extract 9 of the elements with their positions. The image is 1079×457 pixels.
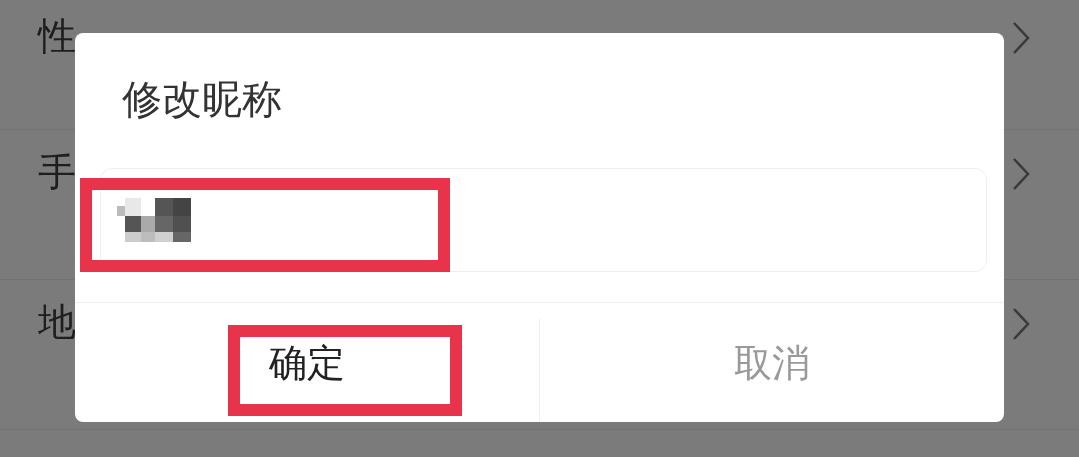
chevron-icon — [1011, 306, 1031, 342]
row-label: 手 — [38, 152, 76, 194]
dialog-title: 修改昵称 — [121, 75, 283, 124]
row-label: 地 — [38, 302, 76, 344]
row-label: 性 — [38, 16, 76, 58]
chevron-icon — [1011, 156, 1031, 192]
chevron-icon — [1011, 20, 1031, 56]
confirm-button[interactable]: 确定 — [259, 338, 355, 403]
input-field[interactable] — [100, 168, 987, 272]
